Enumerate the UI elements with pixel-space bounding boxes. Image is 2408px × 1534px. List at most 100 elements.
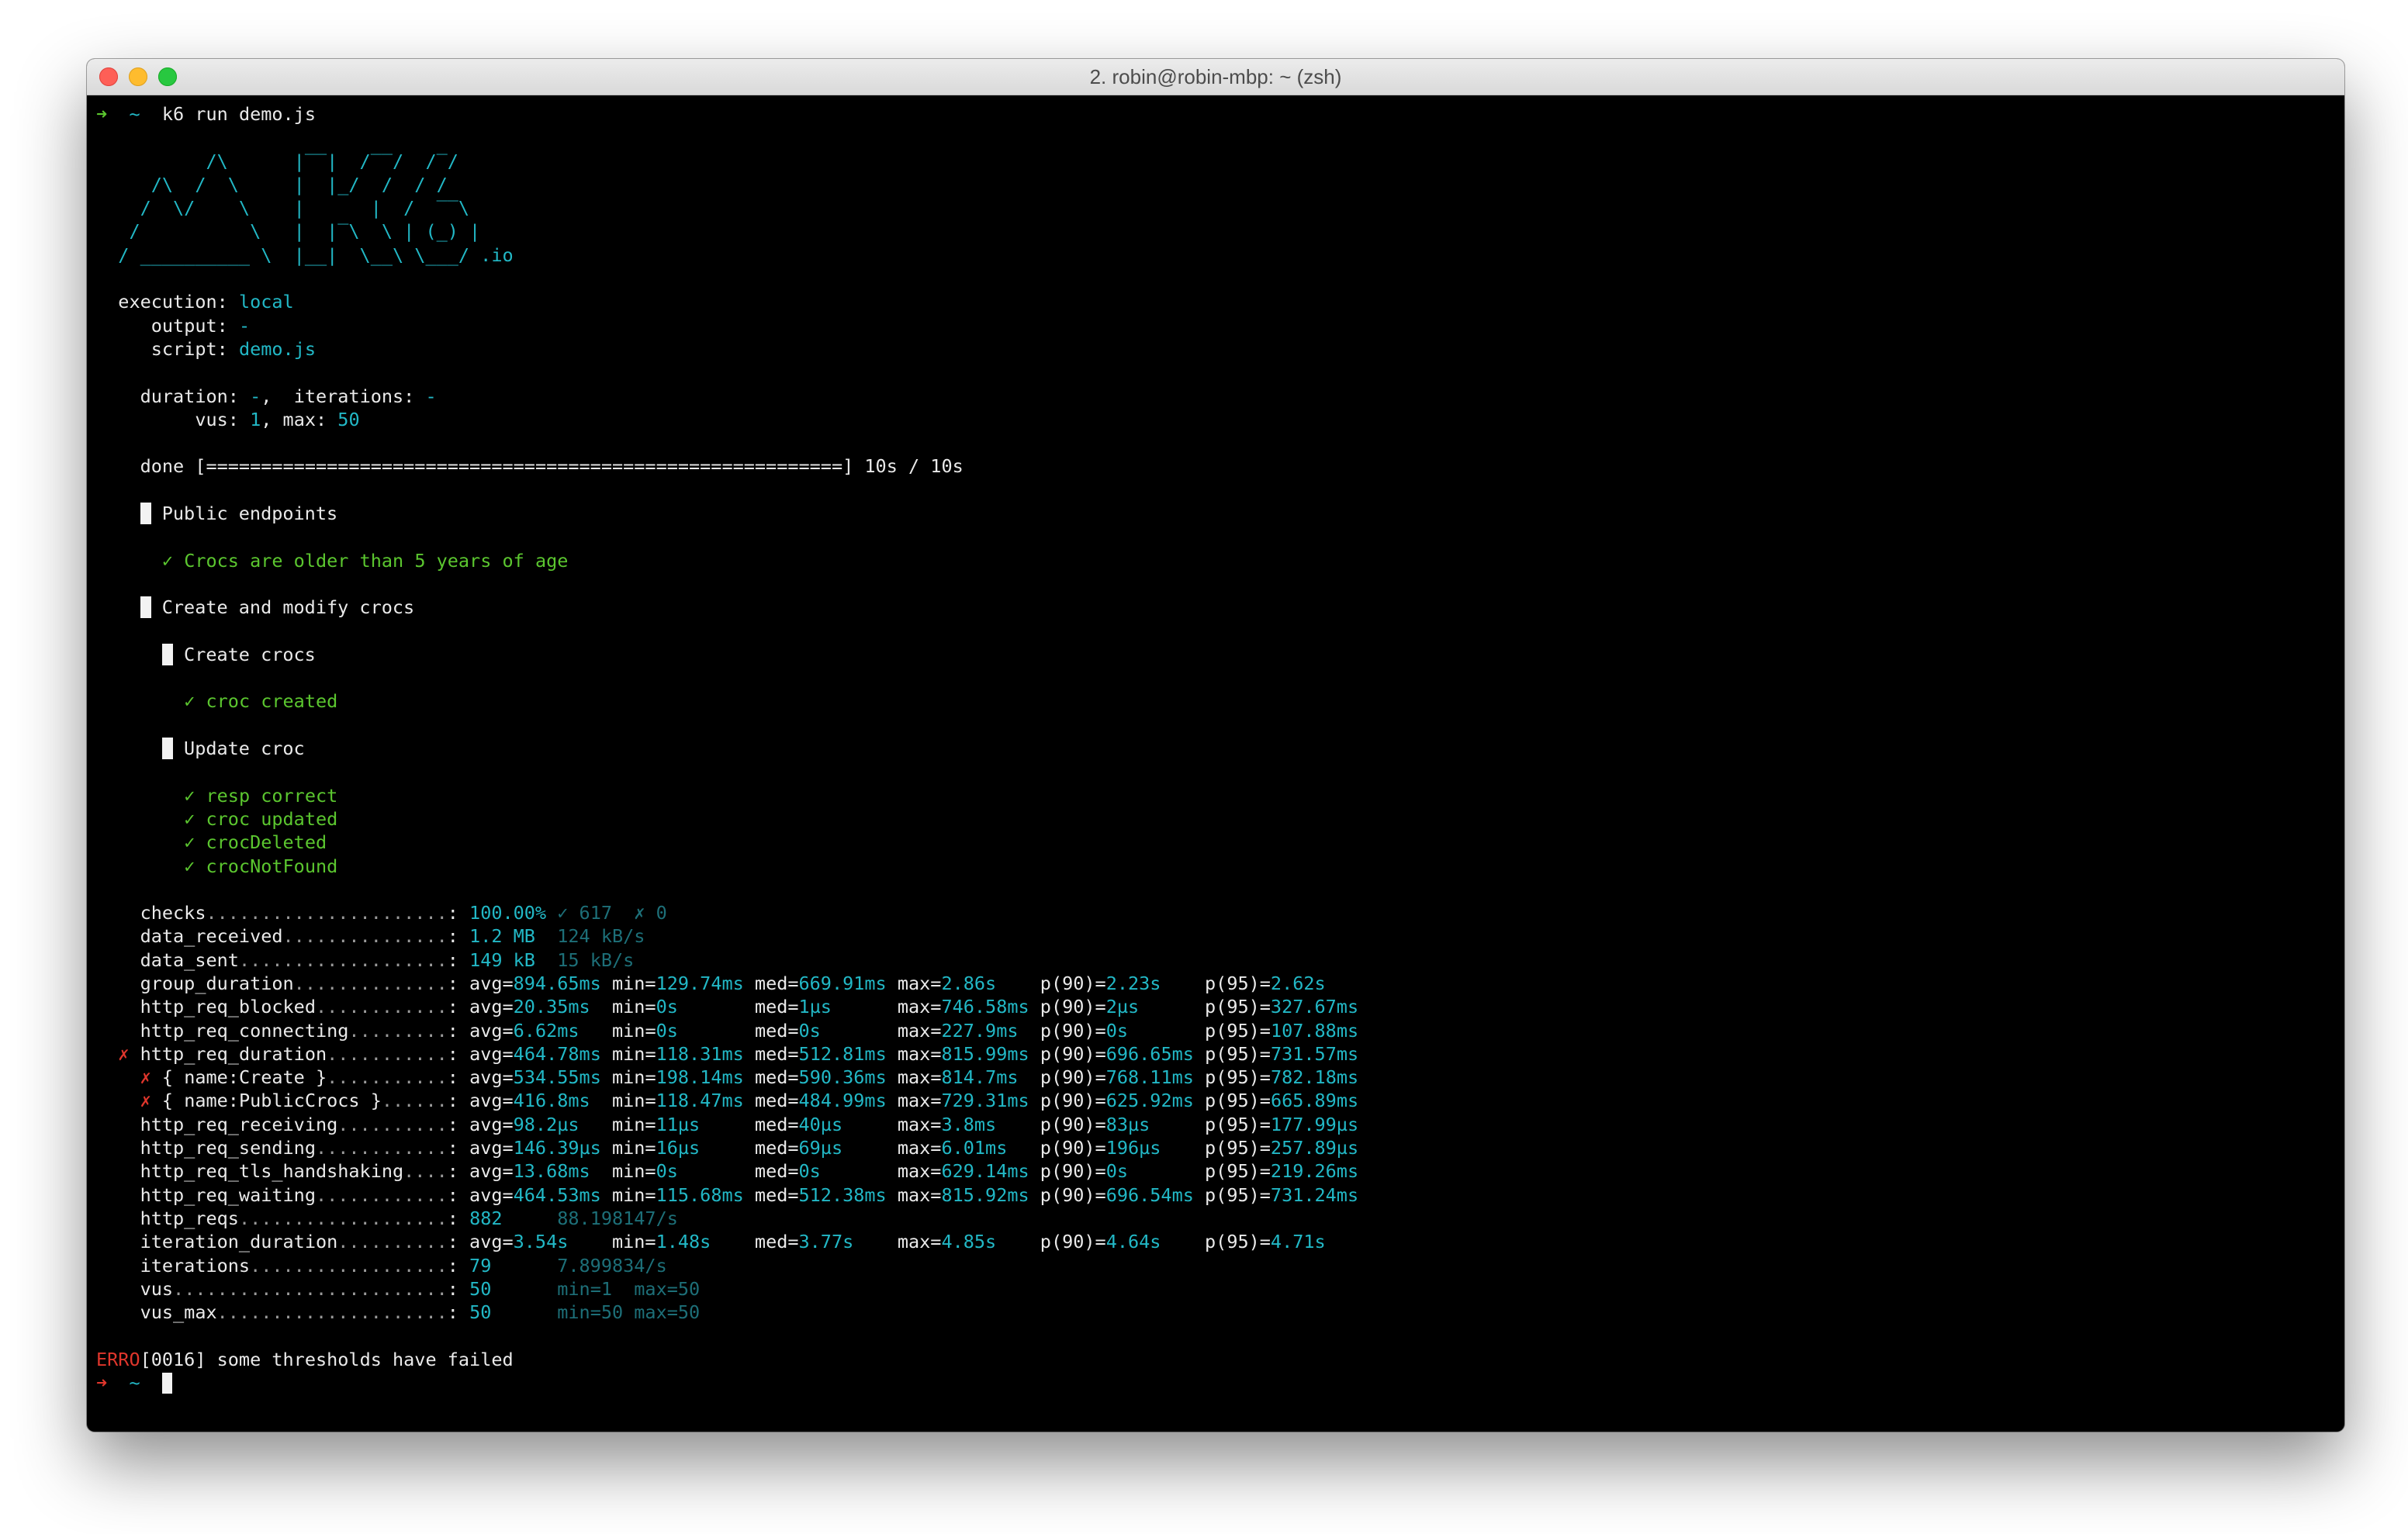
metric-min: 118.31ms [656,1042,744,1065]
progress-bar: [=======================================… [195,455,854,478]
metric-max: 815.92ms [941,1183,1029,1206]
metric-avg: 20.35ms [513,996,590,1018]
metric-value: 882 [469,1207,558,1229]
metric-avg: 894.65ms [513,972,601,994]
metric-row-checks: checks......................: 100.00% ✓ … [140,902,667,924]
metric-name: data_sent [140,948,239,971]
metric-p95: 665.89ms [1270,1090,1359,1112]
error-level: ERRO [96,1348,140,1370]
metric-name: vus [140,1277,174,1300]
metric-min: 1.48s [656,1231,711,1253]
group-update-croc: Update croc [96,737,2344,760]
metric-p95: 782.18ms [1270,1066,1359,1089]
metric-name: data_received [140,925,283,948]
metric-avg: 146.39µs [513,1137,601,1159]
prompt-arrow-icon: ➜ [96,1372,108,1394]
metric-rate: min=50 max=50 [557,1301,701,1324]
check-pass: ✓ crocNotFound [184,855,338,877]
metric-max: 2.86s [941,972,997,994]
metric-row-name-publiccrocs: ✗ { name:PublicCrocs }......: avg=416.8m… [140,1090,1359,1112]
metric-med: 1µs [798,996,832,1018]
metric-med: 512.38ms [798,1183,887,1206]
prompt-line[interactable]: ➜ ~ [96,1371,2344,1394]
command-line: ➜ ~ k6 run demo.js [96,102,2344,126]
metric-min: 118.47ms [656,1090,744,1112]
metric-p90: 196µs [1105,1137,1161,1159]
output-value: - [238,314,251,337]
check-pass: ✓ croc created [184,690,338,713]
metric-avg: 416.8ms [513,1090,590,1112]
metric-p90: 768.11ms [1105,1066,1194,1089]
metric-row-http-req-receiving: http_req_receiving..........: avg=98.2µs… [140,1113,1359,1135]
metric-med: 3.77s [798,1231,854,1253]
metric-min: 115.68ms [656,1183,744,1206]
output-line: output: - [150,314,251,337]
metric-rate: min=1 max=50 [557,1277,701,1300]
metric-max: 6.01ms [941,1137,1008,1159]
prompt-dir: ~ [129,103,140,125]
k6-logo-line: / \ | |‾\ \ | (_) | [96,220,481,243]
metric-name: http_req_connecting [140,1019,349,1042]
metric-name: iterations [140,1254,251,1277]
metric-p95: 2.62s [1270,972,1326,994]
check-mark-icon: ✓ [161,549,174,572]
metrics-summary: checks......................: 100.00% ✓ … [96,901,2344,1324]
metric-rate: 7.899834/s [557,1254,667,1277]
error-code: [0016] [140,1348,206,1370]
metric-name: http_req_waiting [140,1183,316,1206]
duration-line: duration: -, iterations: - [140,385,437,407]
check-mark-icon: ✓ [184,784,195,807]
duration-value: - [250,385,261,407]
group-create-modify: Create and modify crocs [96,596,2344,619]
metric-name: http_req_duration [140,1042,327,1065]
metric-max: 3.8ms [941,1113,997,1135]
metric-min: 198.14ms [656,1066,744,1089]
metric-row-http-req-connecting: http_req_connecting.........: avg=6.62ms… [140,1019,1359,1042]
window-title: 2. robin@robin-mbp: ~ (zsh) [1089,65,1342,88]
metric-p90: 0s [1105,1160,1128,1183]
metric-value: 79 [469,1254,558,1277]
metric-p90: 2.23s [1105,972,1161,994]
metric-med: 69µs [798,1137,843,1159]
metric-name: http_req_receiving [140,1113,338,1135]
metric-row-http-reqs: http_reqs...................: 882 88.198… [140,1207,678,1229]
metric-avg: 98.2µs [513,1113,580,1135]
metric-med: 669.91ms [798,972,887,994]
metric-row-http-req-duration: ✗ http_req_duration...........: avg=464.… [118,1042,1359,1065]
metric-p90: 83µs [1105,1113,1150,1135]
metric-avg: 464.53ms [513,1183,601,1206]
metric-max: 814.7ms [941,1066,1019,1089]
vus-value: 1 [250,408,261,430]
max-vus-value: 50 [337,408,360,430]
script-value: demo.js [238,337,316,360]
metric-rate: 15 kB/s [557,948,635,971]
metric-p95: 731.24ms [1270,1183,1359,1206]
metric-p90: 4.64s [1105,1231,1161,1253]
group-public-endpoints: Public endpoints [96,502,2344,525]
metric-med: 40µs [798,1113,843,1135]
check-mark-icon: ✓ [184,855,195,877]
metric-row-name-create: ✗ { name:Create }...........: avg=534.55… [140,1066,1359,1089]
metric-value: 100.00% [469,902,547,924]
metric-p95: 177.99µs [1270,1113,1359,1135]
metric-max: 815.99ms [941,1042,1029,1065]
metric-avg: 6.62ms [513,1019,580,1042]
threshold-fail-icon: ✗ [140,1066,151,1089]
script-line: script: demo.js [150,337,316,360]
metric-row-vus-max: vus_max.....................: 50 min=50 … [140,1301,701,1324]
metric-name: http_req_tls_handshaking [140,1160,404,1183]
execution-value: local [238,291,294,313]
metric-row-iterations: iterations..................: 79 7.89983… [140,1254,667,1277]
title-bar: 2. robin@robin-mbp: ~ (zsh) [87,59,2344,95]
terminal-window: 2. robin@robin-mbp: ~ (zsh) ➜ ~ k6 run d… [87,59,2344,1432]
metric-min: 16µs [656,1137,701,1159]
k6-logo-line: /\ / \ | |_/ / / / [96,173,448,195]
terminal-output[interactable]: ➜ ~ k6 run demo.js /\ |‾‾| /‾‾/ /‾/ /\ /… [87,95,2344,1432]
metric-max: 227.9ms [941,1019,1019,1042]
metric-name: iteration_duration [140,1231,338,1253]
check-mark-icon: ✓ [184,831,195,854]
checks-fail-count: ✗ 0 [634,902,667,924]
metric-name: vus_max [140,1301,217,1324]
metric-p90: 0s [1105,1019,1128,1042]
metric-p95: 219.26ms [1270,1160,1359,1183]
